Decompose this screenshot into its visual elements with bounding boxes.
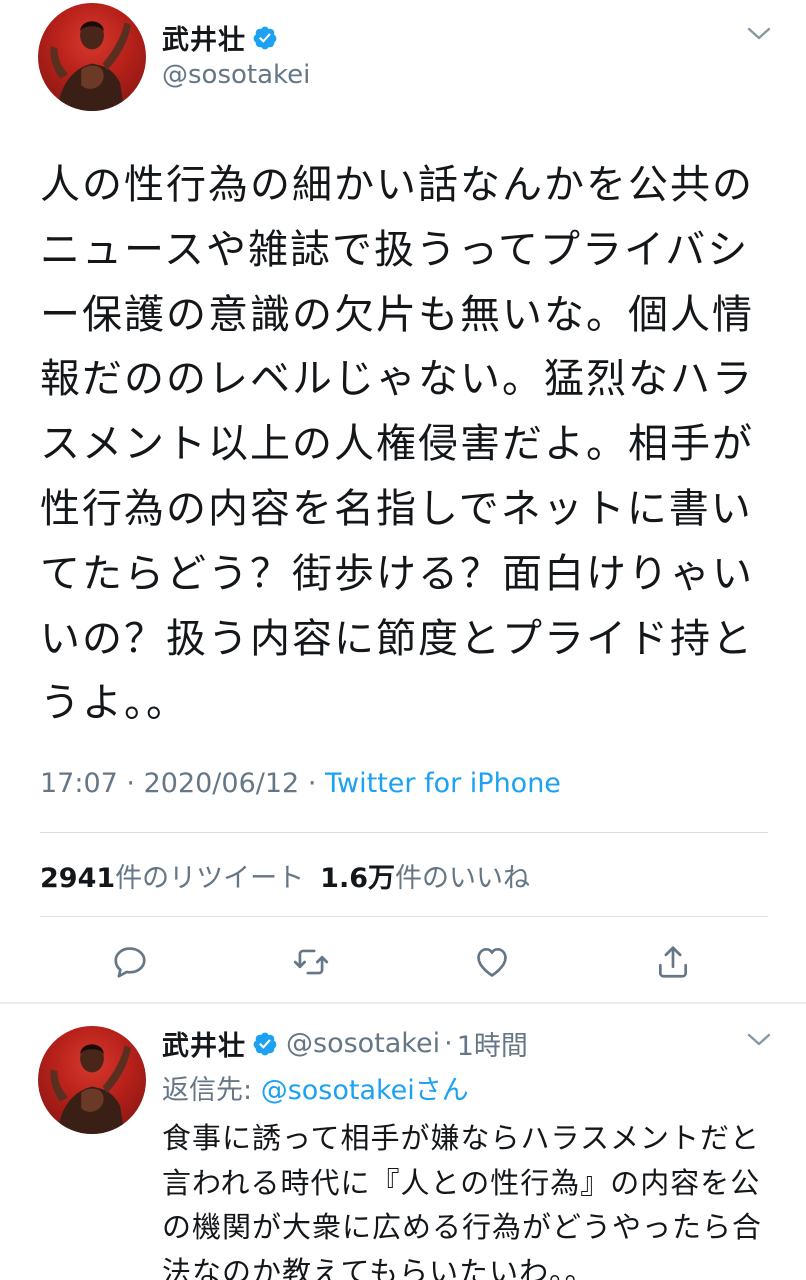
reply-icon — [114, 947, 146, 978]
verified-badge-icon — [252, 25, 278, 51]
chevron-down-icon[interactable] — [744, 1028, 774, 1052]
avatar[interactable] — [38, 1026, 146, 1134]
verified-badge-icon — [252, 1031, 278, 1057]
tweet-date: 2020/06/12 — [143, 768, 300, 799]
share-button[interactable] — [651, 940, 695, 984]
meta-separator: · — [307, 768, 317, 799]
reply-time: 1時間 — [456, 1031, 528, 1062]
reply-author-name[interactable]: 武井壮 — [162, 1024, 246, 1063]
reply-header: 武井壮 @sosotakei · 1時間 — [162, 1024, 528, 1063]
like-count: 1.6万 — [320, 863, 395, 894]
author-name[interactable]: 武井壮 — [162, 18, 246, 57]
like-stat[interactable]: 1.6万件のいいね — [320, 863, 530, 894]
divider — [40, 832, 768, 833]
retweet-stat[interactable]: 2941件のリツイート — [40, 863, 304, 894]
meta-separator: · — [126, 768, 135, 799]
reply-to-line: 返信先: @sosotakeiさん — [162, 1068, 469, 1107]
tweet-source-link[interactable]: Twitter for iPhone — [325, 768, 561, 799]
divider — [40, 916, 768, 917]
tweet-text: 人の性行為の細かい話なんかを公共の ニュースや雑誌で扱うってプライバシ ー保護の… — [40, 162, 754, 727]
avatar-image — [50, 1044, 131, 1134]
retweet-button[interactable] — [289, 940, 333, 984]
reply-to-mention[interactable]: @sosotakeiさん — [261, 1075, 469, 1106]
reply-separator: · — [444, 1028, 453, 1059]
author-handle[interactable]: @sosotakei — [162, 60, 310, 90]
avatar-image — [50, 21, 131, 111]
author-name-row[interactable]: 武井壮 — [162, 18, 278, 57]
retweet-icon — [293, 949, 329, 975]
reply-button[interactable] — [108, 940, 152, 984]
like-button[interactable] — [470, 940, 514, 984]
reply-author-handle[interactable]: @sosotakei — [286, 1028, 440, 1059]
reply-to-label: 返信先: — [162, 1075, 261, 1106]
tweet-time: 17:07 — [40, 768, 118, 799]
retweet-label: 件のリツイート — [115, 863, 305, 894]
reply-text: 食事に誘って相手が嫌ならハラスメントだと 言われる時代に『人との性行為』の内容を… — [162, 1121, 763, 1280]
chevron-down-icon[interactable] — [744, 22, 774, 46]
heart-icon — [477, 947, 507, 977]
section-divider — [0, 1002, 806, 1004]
retweet-count: 2941 — [40, 863, 116, 894]
tweet-stats: 2941件のリツイート 1.6万件のいいね — [40, 856, 530, 895]
share-icon — [658, 946, 688, 978]
like-label: 件のいいね — [395, 863, 530, 894]
tweet-meta: 17:07 · 2020/06/12 · Twitter for iPhone — [40, 768, 561, 799]
avatar[interactable] — [38, 3, 146, 111]
